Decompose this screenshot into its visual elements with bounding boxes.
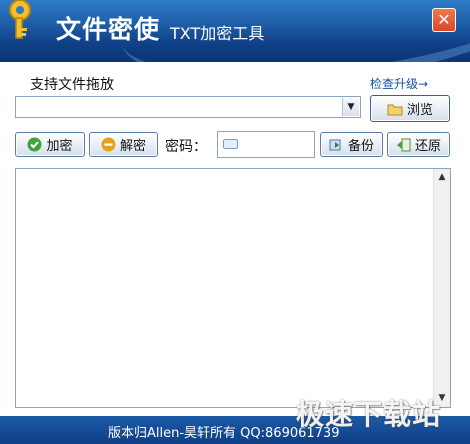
decrypt-button[interactable]: 解密 bbox=[89, 132, 158, 157]
key-icon bbox=[9, 0, 31, 39]
restore-label: 还原 bbox=[414, 139, 441, 154]
app-subtitle: TXT加密工具 bbox=[170, 24, 265, 43]
title-bar: 文件密使 TXT加密工具 ✕ bbox=[0, 0, 470, 62]
backup-icon bbox=[329, 139, 341, 150]
browse-label: 浏览 bbox=[406, 103, 433, 118]
check-update-link[interactable]: 检查升级→ bbox=[370, 75, 428, 92]
browse-button[interactable]: 浏览 bbox=[370, 95, 450, 122]
content-textarea[interactable]: ▲ ▼ bbox=[15, 168, 451, 408]
close-button[interactable]: ✕ bbox=[432, 8, 456, 32]
backup-label: 备份 bbox=[347, 139, 374, 154]
decrypt-label: 解密 bbox=[119, 139, 146, 154]
password-input[interactable] bbox=[217, 131, 315, 158]
close-icon: ✕ bbox=[437, 10, 451, 29]
encrypt-button[interactable]: 加密 bbox=[15, 132, 85, 157]
minus-icon bbox=[101, 137, 116, 152]
vertical-scrollbar[interactable]: ▲ ▼ bbox=[433, 169, 450, 407]
drag-drop-label: 支持文件拖放 bbox=[30, 77, 114, 93]
watermark-logo: 极速下载站 bbox=[296, 398, 442, 431]
file-path-combobox[interactable]: ▼ bbox=[15, 96, 361, 118]
check-icon bbox=[27, 137, 42, 152]
restore-button[interactable]: 还原 bbox=[387, 132, 450, 157]
password-label: 密码： bbox=[165, 139, 207, 155]
encrypt-label: 加密 bbox=[46, 139, 73, 154]
keyboard-icon[interactable] bbox=[223, 139, 238, 149]
chevron-down-icon[interactable]: ▼ bbox=[342, 98, 359, 116]
app-title: 文件密使 bbox=[56, 15, 161, 44]
folder-icon bbox=[387, 104, 403, 115]
scroll-up-icon[interactable]: ▲ bbox=[434, 169, 450, 186]
backup-button[interactable]: 备份 bbox=[320, 132, 383, 157]
restore-icon bbox=[396, 138, 411, 151]
